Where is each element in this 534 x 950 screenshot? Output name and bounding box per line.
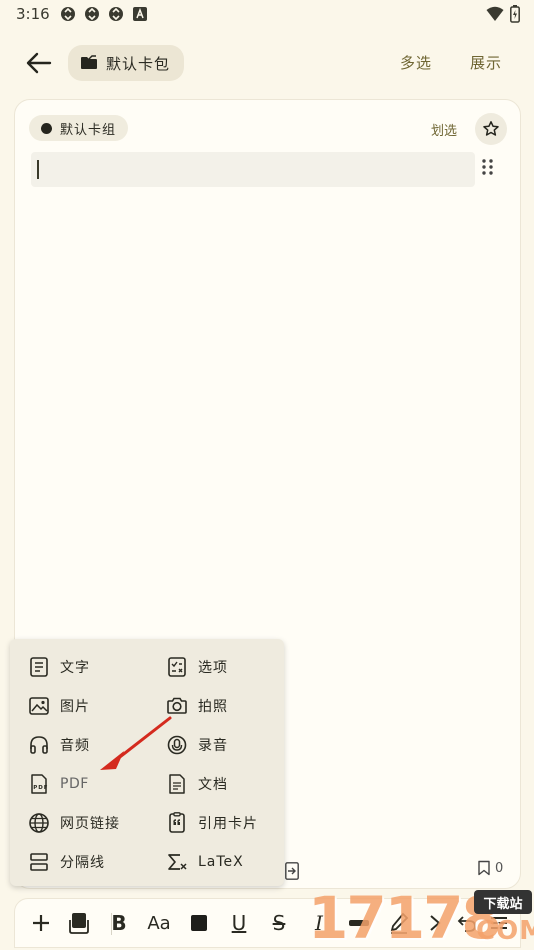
sync-icon	[108, 6, 124, 22]
plus-icon	[33, 915, 49, 931]
pen-button[interactable]	[385, 909, 413, 937]
globe-icon	[29, 813, 49, 833]
color-swatch-icon	[191, 915, 207, 931]
card-pack-selector[interactable]: 默认卡包	[68, 45, 185, 81]
italic-button[interactable]: I	[305, 909, 333, 937]
menu-item-document[interactable]: 文档	[166, 770, 228, 798]
image-icon	[29, 697, 49, 715]
svg-text:PDF: PDF	[33, 785, 48, 791]
camera-icon	[167, 697, 187, 714]
pdf-icon: PDF	[31, 774, 48, 794]
card-text-input[interactable]	[31, 152, 475, 187]
divider-icon	[30, 853, 48, 871]
menu-item-camera[interactable]: 拍照	[166, 692, 228, 720]
menu-item-audio[interactable]: 音频	[28, 731, 90, 759]
highlight-button[interactable]	[345, 909, 373, 937]
microphone-icon	[167, 735, 187, 755]
select-text-button[interactable]: 划选	[431, 120, 457, 139]
text-icon	[30, 657, 48, 677]
star-icon	[483, 121, 499, 136]
top-bar: 默认卡包 多选 展示	[0, 40, 534, 86]
menu-item-quote-card[interactable]: 引用卡片	[166, 809, 258, 837]
battery-icon	[510, 5, 520, 27]
card-group-name: 默认卡组	[60, 122, 117, 138]
menu-item-divider[interactable]: 分隔线	[28, 848, 105, 876]
highlighter-icon	[349, 920, 369, 926]
insert-content-menu: 文字 选项 图片 拍照 音频 录音 PDF PDF 文档 网页链接 引用卡片 分…	[10, 639, 284, 886]
text-color-button[interactable]	[185, 909, 213, 937]
undo-icon	[457, 916, 476, 932]
sync-icon	[84, 6, 100, 22]
card-pack-name: 默认卡包	[106, 54, 171, 73]
bookmark-counter[interactable]: 0	[477, 860, 503, 876]
status-time: 3:16	[16, 5, 50, 23]
menu-icon	[491, 917, 507, 929]
folder-icon	[81, 55, 97, 69]
more-menu-button[interactable]	[485, 909, 513, 937]
multi-select-button[interactable]: 多选	[400, 52, 432, 73]
headphones-icon	[30, 736, 48, 754]
group-color-dot	[41, 122, 52, 134]
menu-item-web-link[interactable]: 网页链接	[28, 809, 120, 837]
card-group-selector[interactable]: 默认卡组	[29, 115, 129, 141]
sigma-icon	[168, 854, 187, 870]
chevron-right-icon	[430, 915, 441, 931]
menu-item-pdf[interactable]: PDF PDF	[28, 770, 89, 798]
bookmark-icon	[478, 860, 490, 876]
font-a-icon	[132, 6, 148, 22]
menu-item-record[interactable]: 录音	[166, 731, 228, 759]
text-cursor	[37, 160, 39, 179]
options-icon	[168, 657, 186, 677]
move-card-icon[interactable]	[285, 862, 299, 884]
bold-button[interactable]: B	[105, 909, 133, 937]
redo-button[interactable]	[421, 909, 449, 937]
menu-item-text[interactable]: 文字	[28, 653, 90, 681]
formatting-toolbar: B Aa U S I	[14, 898, 521, 948]
card-style-button[interactable]	[65, 909, 93, 937]
menu-item-image[interactable]: 图片	[28, 692, 90, 720]
status-bar: 3:16	[0, 0, 534, 28]
display-button[interactable]: 展示	[470, 52, 502, 73]
add-button[interactable]	[27, 909, 55, 937]
menu-item-latex[interactable]: LaTeX	[166, 848, 244, 876]
drag-handle-icon[interactable]	[481, 158, 495, 176]
arrow-left-icon	[26, 52, 52, 74]
strikethrough-button[interactable]: S	[265, 909, 293, 937]
menu-item-options[interactable]: 选项	[166, 653, 228, 681]
card-stack-icon	[69, 913, 89, 934]
quote-card-icon	[169, 812, 185, 833]
document-icon	[169, 774, 185, 794]
sync-icon	[60, 6, 76, 22]
back-button[interactable]	[24, 49, 54, 77]
wifi-icon	[486, 6, 504, 26]
favorite-button[interactable]	[475, 113, 507, 145]
pen-icon	[390, 912, 409, 934]
underline-button[interactable]: U	[225, 909, 253, 937]
undo-button[interactable]	[453, 909, 481, 937]
bookmark-count: 0	[495, 860, 504, 876]
font-size-button[interactable]: Aa	[145, 909, 173, 937]
